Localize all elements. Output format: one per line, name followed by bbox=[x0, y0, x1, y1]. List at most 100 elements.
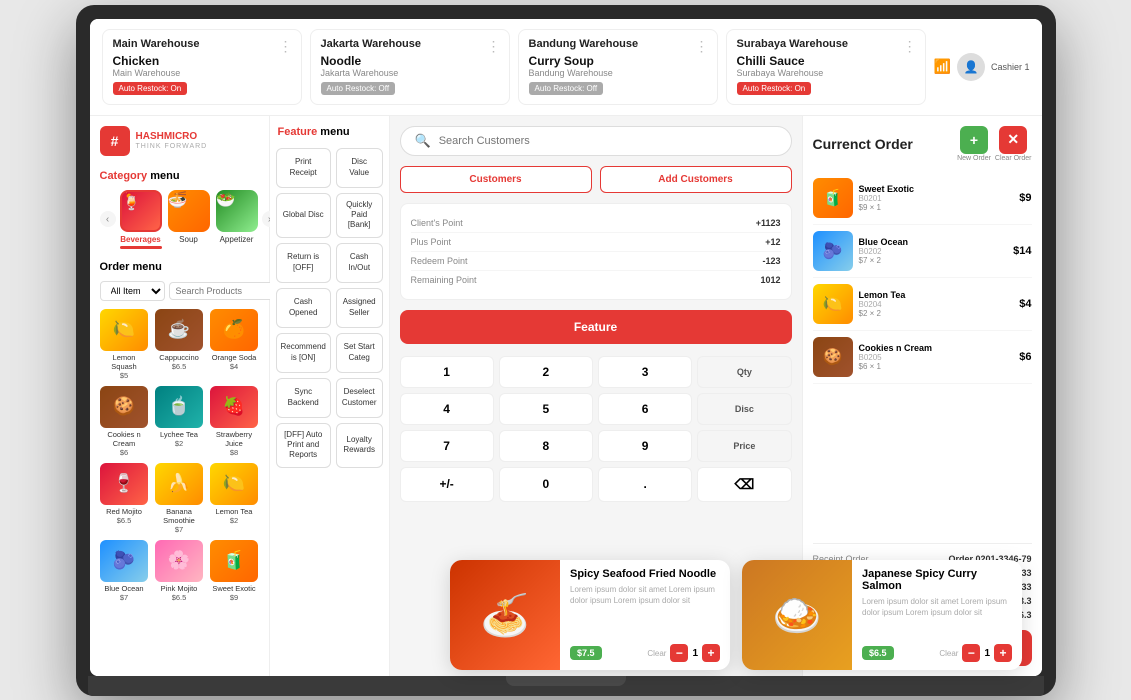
product-price-10: $6.5 bbox=[172, 593, 187, 602]
redeem-points-row: Redeem Point -123 bbox=[411, 252, 781, 271]
product-item-10[interactable]: 🌸 Pink Mojito $6.5 bbox=[155, 540, 204, 602]
plus-points-label: Plus Point bbox=[411, 237, 452, 247]
order-item-price-row-1: $7 × 2 bbox=[859, 256, 1008, 265]
all-item-select[interactable]: All Item bbox=[100, 281, 165, 301]
cat-item-beverages[interactable]: 🍹 Beverages bbox=[120, 190, 162, 249]
food-price-1: $6.5 bbox=[862, 646, 894, 660]
brand-logo: # HASHMICRO THINK FORWARD bbox=[100, 126, 259, 156]
feature-btn-set-start-categ[interactable]: Set Start Categ bbox=[336, 333, 383, 373]
num-btn-4[interactable]: 4 bbox=[400, 393, 494, 425]
num-btn-qty[interactable]: Qty bbox=[697, 356, 791, 388]
cat-item-soup[interactable]: 🍜 Soup bbox=[168, 190, 210, 249]
product-item-3[interactable]: 🍪 Cookies n Cream $6 bbox=[100, 386, 149, 457]
feature-button[interactable]: Feature bbox=[400, 310, 792, 344]
client-points-label: Client's Point bbox=[411, 218, 463, 228]
product-item-0[interactable]: 🍋 Lemon Squash $5 bbox=[100, 309, 149, 380]
num-btn-2[interactable]: 2 bbox=[499, 356, 593, 388]
num-btn-dot[interactable]: . bbox=[598, 467, 692, 502]
new-order-label: New Order bbox=[957, 155, 991, 162]
order-items-list: 🧃 Sweet Exotic B0201 $9 × 1 $9 🫐 Blue Oc… bbox=[813, 172, 1032, 533]
food-price-0: $7.5 bbox=[570, 646, 602, 660]
feature-btn-cash-inout[interactable]: Cash In/Out bbox=[336, 243, 383, 283]
num-btn-8[interactable]: 8 bbox=[499, 430, 593, 462]
num-btn-plusminus[interactable]: +/- bbox=[400, 467, 494, 502]
feature-btn-quickly-paid[interactable]: Quickly Paid [Bank] bbox=[336, 193, 383, 238]
feature-btn-global-disc[interactable]: Global Disc bbox=[276, 193, 331, 238]
num-btn-0[interactable]: 0 bbox=[499, 467, 593, 502]
product-price-11: $9 bbox=[230, 593, 238, 602]
num-btn-3[interactable]: 3 bbox=[598, 356, 692, 388]
product-name-5: Strawberry Juice bbox=[210, 430, 259, 448]
order-item-code-0: B0201 bbox=[859, 194, 1014, 203]
num-btn-9[interactable]: 9 bbox=[598, 430, 692, 462]
feature-btn-assigned-seller[interactable]: Assigned Seller bbox=[336, 288, 383, 328]
num-btn-price[interactable]: Price bbox=[697, 430, 791, 462]
order-item-code-1: B0202 bbox=[859, 247, 1008, 256]
category-section-title: Category menu bbox=[100, 170, 259, 182]
num-btn-1[interactable]: 1 bbox=[400, 356, 494, 388]
num-btn-5[interactable]: 5 bbox=[499, 393, 593, 425]
num-btn-7[interactable]: 7 bbox=[400, 430, 494, 462]
customers-button[interactable]: Customers bbox=[400, 166, 592, 193]
warehouse-more-icon-2[interactable]: ⋮ bbox=[487, 38, 501, 55]
food-card-title-0: Spicy Seafood Fried Noodle bbox=[570, 568, 720, 580]
feature-btn-deselect-customer[interactable]: Deselect Customer bbox=[336, 378, 383, 418]
product-name-10: Pink Mojito bbox=[161, 584, 198, 593]
product-item-2[interactable]: 🍊 Orange Soda $4 bbox=[210, 309, 259, 380]
product-thumb-5: 🍓 bbox=[210, 386, 258, 428]
cat-active-bar-beverages bbox=[120, 246, 162, 249]
warehouse-more-icon-3[interactable]: ⋮ bbox=[695, 38, 709, 55]
product-item-11[interactable]: 🧃 Sweet Exotic $9 bbox=[210, 540, 259, 602]
warehouse-bar: ⋮ Main Warehouse Chicken Main Warehouse … bbox=[90, 19, 1042, 116]
product-price-5: $8 bbox=[230, 448, 238, 457]
clear-order-button[interactable]: ✕ bbox=[999, 126, 1027, 154]
cat-item-appetizer[interactable]: 🥗 Appetizer bbox=[216, 190, 258, 249]
feature-btn-print-receipt[interactable]: Print Receipt bbox=[276, 148, 331, 188]
feature-btn-return[interactable]: Return is [OFF] bbox=[276, 243, 331, 283]
add-customers-button[interactable]: Add Customers bbox=[600, 166, 792, 193]
order-item-total-1: $14 bbox=[1013, 245, 1031, 257]
product-price-1: $6.5 bbox=[172, 362, 187, 371]
order-item-3: 🍪 Cookies n Cream B0205 $6 × 1 $6 bbox=[813, 331, 1032, 384]
num-btn-6[interactable]: 6 bbox=[598, 393, 692, 425]
feature-btn-disc-value[interactable]: Disc Value bbox=[336, 148, 383, 188]
product-price-8: $2 bbox=[230, 516, 238, 525]
num-btn-disc[interactable]: Disc bbox=[697, 393, 791, 425]
product-item-6[interactable]: 🍷 Red Mojito $6.5 bbox=[100, 463, 149, 534]
product-item-7[interactable]: 🍌 Banana Smoothie $7 bbox=[155, 463, 204, 534]
cat-prev-arrow[interactable]: ‹ bbox=[100, 211, 116, 227]
order-item-info-1: Blue Ocean B0202 $7 × 2 bbox=[859, 237, 1008, 265]
warehouse-more-icon-4[interactable]: ⋮ bbox=[903, 38, 917, 55]
warehouse-more-icon[interactable]: ⋮ bbox=[279, 38, 293, 55]
feature-btn-recommend[interactable]: Recommend is [ON] bbox=[276, 333, 331, 373]
product-item-5[interactable]: 🍓 Strawberry Juice $8 bbox=[210, 386, 259, 457]
warehouse-name-jakarta: Jakarta Warehouse bbox=[321, 38, 499, 50]
new-order-button[interactable]: + bbox=[960, 126, 988, 154]
warehouse-sub-jakarta: Jakarta Warehouse bbox=[321, 68, 499, 78]
product-name-2: Orange Soda bbox=[212, 353, 257, 362]
qty-minus-1[interactable]: − bbox=[962, 644, 980, 662]
product-item-4[interactable]: 🍵 Lychee Tea $2 bbox=[155, 386, 204, 457]
product-item-1[interactable]: ☕ Cappuccino $6.5 bbox=[155, 309, 204, 380]
food-clear-1[interactable]: Clear bbox=[939, 649, 958, 658]
food-clear-0[interactable]: Clear bbox=[647, 649, 666, 658]
order-item-price-row-3: $6 × 1 bbox=[859, 362, 1014, 371]
feature-btn-loyalty[interactable]: Loyalty Rewards bbox=[336, 423, 383, 468]
product-item-9[interactable]: 🫐 Blue Ocean $7 bbox=[100, 540, 149, 602]
qty-plus-1[interactable]: + bbox=[994, 644, 1012, 662]
qty-plus-0[interactable]: + bbox=[702, 644, 720, 662]
cat-label-soup: Soup bbox=[179, 235, 198, 244]
food-card-desc-0: Lorem ipsum dolor sit amet Lorem ipsum d… bbox=[570, 584, 720, 638]
order-item-name-1: Blue Ocean bbox=[859, 237, 1008, 247]
product-name-9: Blue Ocean bbox=[104, 584, 143, 593]
food-card-footer-0: $7.5 Clear − 1 + bbox=[570, 644, 720, 662]
qty-minus-0[interactable]: − bbox=[670, 644, 688, 662]
product-item-8[interactable]: 🍋 Lemon Tea $2 bbox=[210, 463, 259, 534]
feature-btn-cash-opened[interactable]: Cash Opened bbox=[276, 288, 331, 328]
feature-btn-auto-print[interactable]: [DFF] Auto Print and Reports bbox=[276, 423, 331, 468]
order-header: Currenct Order + New Order ✕ Clear Order bbox=[813, 126, 1032, 162]
search-customers-input[interactable] bbox=[439, 135, 777, 147]
feature-btn-sync-backend[interactable]: Sync Backend bbox=[276, 378, 331, 418]
num-btn-backspace[interactable]: ⌫ bbox=[697, 467, 791, 502]
warehouse-product-bandung: Curry Soup bbox=[529, 54, 707, 68]
